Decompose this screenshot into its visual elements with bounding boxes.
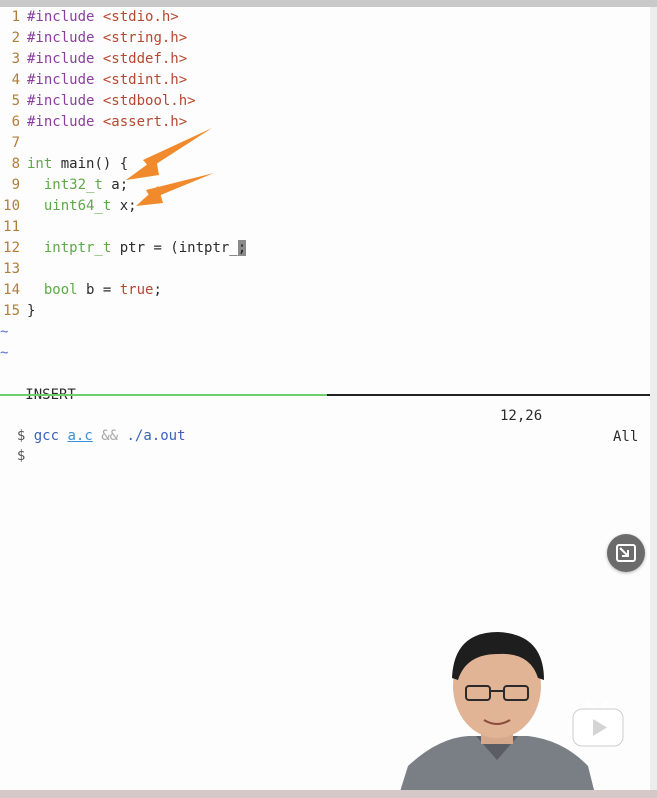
window-right-edge <box>650 7 657 798</box>
window-bottom-edge <box>0 790 657 798</box>
picture-in-picture-icon[interactable] <box>607 534 645 572</box>
annotation-arrow-icon <box>126 128 212 180</box>
annotation-arrow-icon <box>136 173 214 206</box>
bilibili-tv-icon[interactable] <box>570 699 626 749</box>
presenter-webcam <box>398 628 596 798</box>
